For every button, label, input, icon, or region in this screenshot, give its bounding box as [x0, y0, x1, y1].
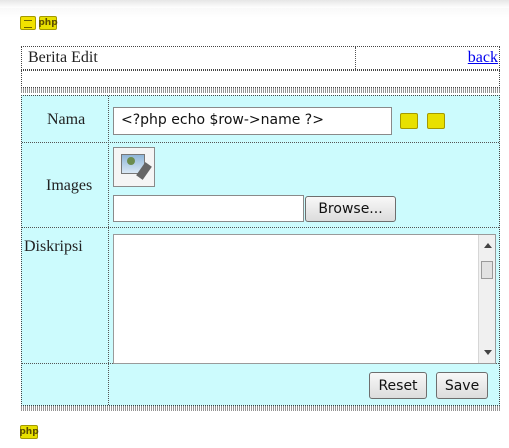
header-cell-divider	[355, 47, 356, 69]
editor-canvas: php Berita Edit back Nama <?php echo $ro…	[0, 0, 509, 448]
php-icon-label: php	[19, 427, 39, 437]
doc-icon	[20, 16, 36, 30]
textarea-scrollbar[interactable]	[478, 235, 495, 363]
back-link[interactable]: back	[468, 49, 498, 67]
images-label: Images	[46, 177, 93, 194]
php-icon: php	[38, 16, 58, 30]
form-row-divider-1	[22, 142, 499, 143]
table-border-bottom	[21, 406, 500, 411]
browse-button[interactable]: Browse...	[305, 196, 396, 222]
save-button[interactable]: Save	[436, 372, 488, 399]
php-icon-label: php	[38, 18, 58, 28]
nama-input[interactable]: <?php echo $row->name ?>	[113, 107, 392, 135]
diskripsi-textarea[interactable]	[113, 234, 496, 364]
tag-icon	[427, 113, 445, 129]
php-icon: php	[19, 425, 39, 439]
tag-icon	[400, 113, 418, 129]
table-border-top	[21, 88, 500, 93]
header-table: Berita Edit back	[21, 46, 500, 70]
page-title: Berita Edit	[28, 49, 98, 66]
diskripsi-label: Diskripsi	[24, 238, 83, 255]
edit-form-table: Nama <?php echo $row->name ?> Images Bro…	[21, 95, 500, 406]
nama-label: Nama	[47, 111, 86, 128]
image-edit-icon	[113, 147, 155, 187]
image-file-input[interactable]	[113, 195, 304, 222]
header-empty-row	[21, 70, 500, 88]
reset-button[interactable]: Reset	[369, 372, 427, 399]
scroll-thumb[interactable]	[481, 261, 493, 279]
scroll-up-arrow[interactable]	[484, 243, 492, 248]
scroll-down-arrow[interactable]	[484, 350, 492, 355]
image-tree-mark	[127, 157, 135, 165]
top-strip	[0, 0, 509, 8]
form-row-divider-2	[22, 227, 499, 228]
